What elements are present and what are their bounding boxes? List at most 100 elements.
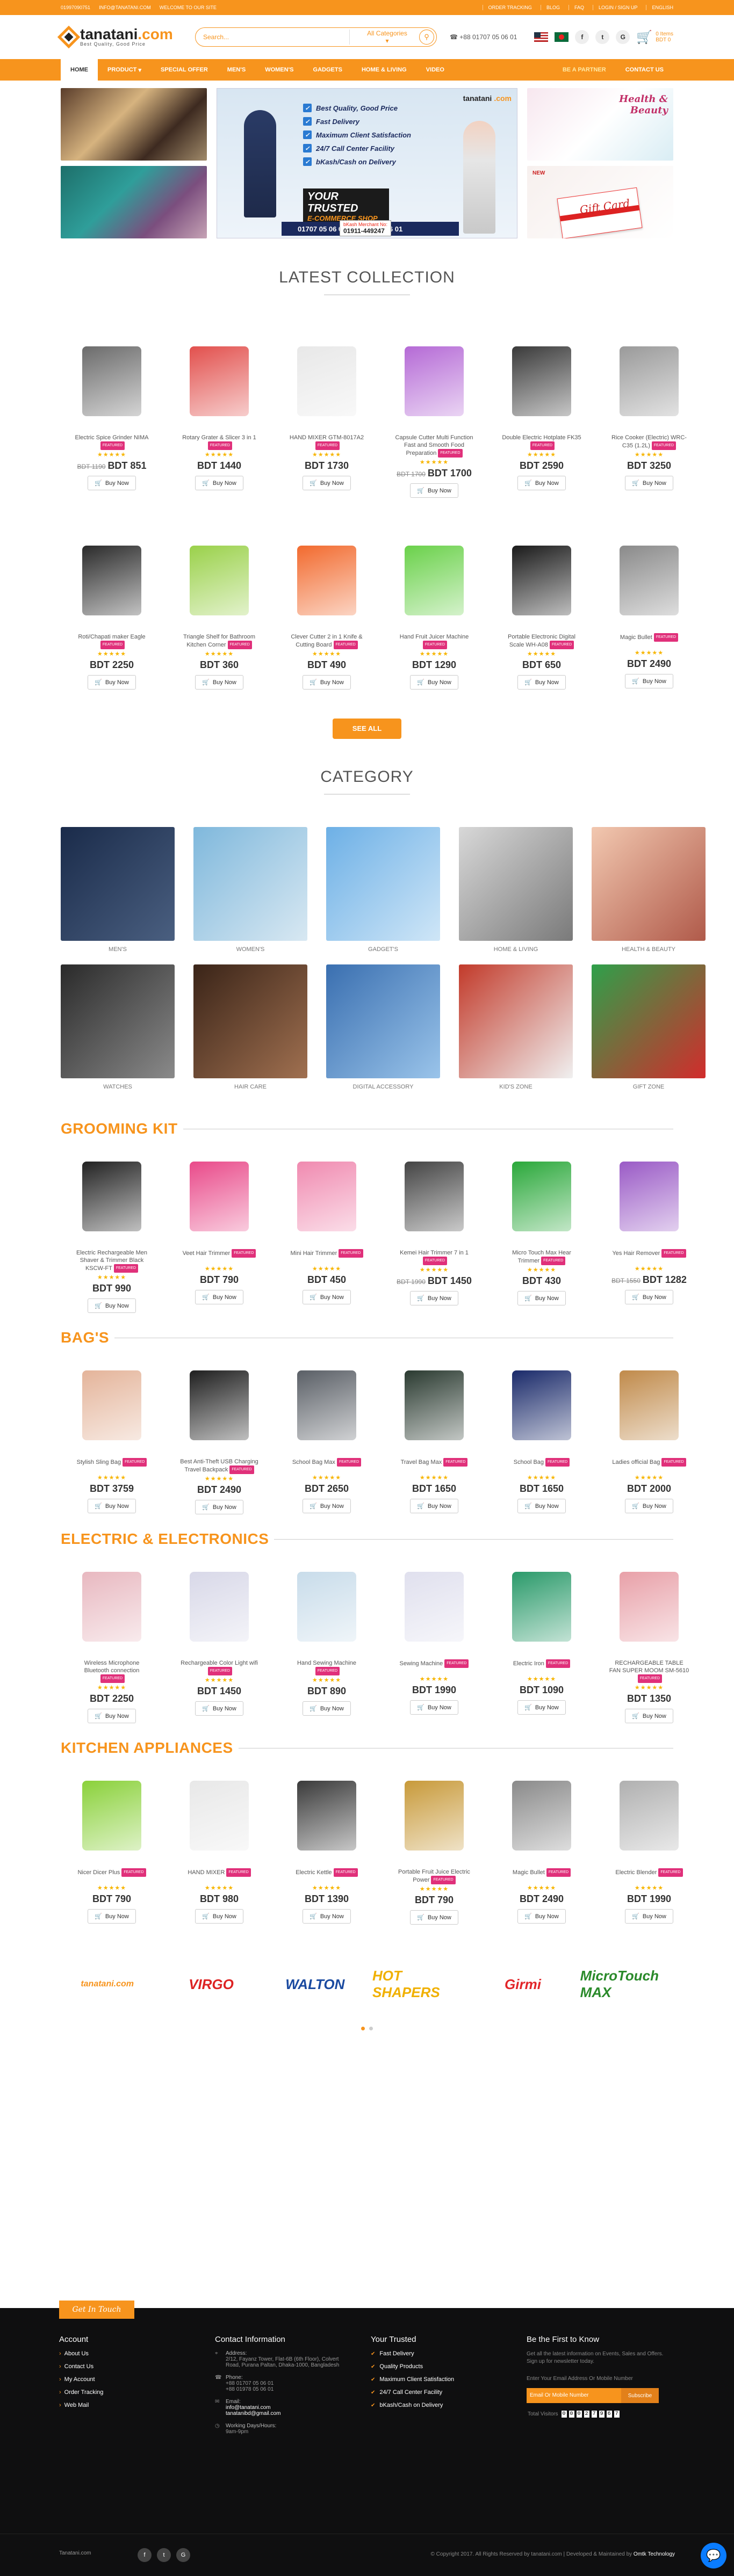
product-card[interactable]: Double Electric Hotplate FK35FEATURED ★★★… bbox=[491, 328, 593, 498]
category-image[interactable] bbox=[193, 827, 307, 941]
brand-logo[interactable]: VIRGO bbox=[164, 1955, 257, 2014]
product-name[interactable]: Magic Bullet FEATURED bbox=[513, 1868, 571, 1883]
category-name[interactable]: GIFT ZONE bbox=[633, 1084, 664, 1090]
buy-now-button[interactable]: 🛒 Buy Now bbox=[303, 1909, 351, 1924]
site-logo[interactable]: tanatani.com Best Quality, Good Price bbox=[57, 25, 184, 49]
language-select[interactable]: ENGLISH bbox=[646, 5, 673, 10]
category-image[interactable] bbox=[592, 964, 706, 1078]
category-card[interactable]: WATCHES bbox=[61, 964, 175, 1090]
product-image[interactable] bbox=[174, 1148, 265, 1245]
product-name[interactable]: Rechargeable Color Light wifiFEATURED bbox=[179, 1659, 260, 1675]
product-name[interactable]: Ladies official Bag FEATURED bbox=[612, 1458, 686, 1473]
newsletter-input[interactable]: Email Or Mobile Number bbox=[527, 2388, 621, 2403]
gift-card-banner[interactable]: NEW Gift Card bbox=[527, 166, 673, 238]
buy-now-button[interactable]: 🛒 Buy Now bbox=[517, 675, 566, 690]
brand-logo[interactable]: tanatani.com bbox=[61, 1955, 154, 2014]
product-image[interactable] bbox=[388, 1357, 480, 1454]
product-image[interactable] bbox=[388, 333, 480, 430]
nav-womens[interactable]: WOMEN'S bbox=[255, 59, 303, 81]
buy-now-button[interactable]: 🛒 Buy Now bbox=[625, 674, 673, 688]
product-image[interactable] bbox=[496, 1558, 587, 1655]
product-image[interactable] bbox=[174, 532, 265, 629]
product-name[interactable]: Triangle Shelf for Bathroom Kitchen Corn… bbox=[179, 633, 260, 649]
category-image[interactable] bbox=[61, 964, 175, 1078]
category-card[interactable]: HEALTH & BEAUTY bbox=[592, 827, 706, 953]
topbar-link-order-tracking[interactable]: ORDER TRACKING bbox=[482, 5, 532, 10]
buy-now-button[interactable]: 🛒 Buy Now bbox=[195, 1909, 243, 1924]
product-card[interactable]: Nicer Dicer Plus FEATURED ★★★★★ BDT 790 🛒 Buy… bbox=[61, 1762, 163, 1925]
product-name[interactable]: Yes Hair Remover FEATURED bbox=[612, 1249, 686, 1264]
product-card[interactable]: Rechargeable Color Light wifiFEATURED ★★★… bbox=[168, 1553, 270, 1723]
buy-now-button[interactable]: 🛒 Buy Now bbox=[88, 1909, 136, 1924]
bd-flag-icon[interactable] bbox=[555, 32, 569, 42]
product-name[interactable]: Hand Sewing MachineFEATURED bbox=[286, 1659, 367, 1675]
product-name[interactable]: Best Anti-Theft USB Charging Travel Back… bbox=[179, 1458, 260, 1474]
product-image[interactable] bbox=[388, 1558, 480, 1655]
facebook-icon[interactable]: f bbox=[138, 2548, 152, 2562]
brand-logo[interactable]: Girmi bbox=[476, 1955, 569, 2014]
product-card[interactable]: Hand Sewing MachineFEATURED ★★★★★ BDT 890 🛒… bbox=[276, 1553, 378, 1723]
product-card[interactable]: Hand Fruit Juicer MachineFEATURED ★★★★★ BD… bbox=[383, 527, 485, 690]
product-name[interactable]: Micro Touch Max Hear Trimmer FEATURED bbox=[501, 1249, 582, 1265]
messenger-chat-button[interactable]: 💬 bbox=[701, 2543, 726, 2568]
product-image[interactable] bbox=[66, 1357, 157, 1454]
footer-link-contact[interactable]: Contact Us bbox=[59, 2363, 215, 2370]
category-image[interactable] bbox=[326, 827, 440, 941]
product-name[interactable]: Electric Rechargeable Men Shaver & Trimm… bbox=[71, 1249, 152, 1273]
product-name[interactable]: Rice Cooker (Electric) WRC-C35 (1.2L) FEA… bbox=[609, 434, 689, 450]
product-card[interactable]: School Bag FEATURED ★★★★★ BDT 1650 🛒 Buy Now bbox=[491, 1352, 593, 1514]
category-name[interactable]: WOMEN'S bbox=[236, 946, 265, 953]
mens-fashion-banner[interactable] bbox=[61, 88, 207, 161]
product-image[interactable] bbox=[281, 1357, 372, 1454]
topbar-link-login[interactable]: LOGIN / SIGN UP bbox=[592, 5, 637, 10]
product-card[interactable]: Rotary Grater & Slicer 3 in 1FEATURED ★★★… bbox=[168, 328, 270, 498]
product-card[interactable]: Wireless Microphone Bluetooth connection… bbox=[61, 1553, 163, 1723]
product-name[interactable]: Hand Fruit Juicer MachineFEATURED bbox=[394, 633, 474, 649]
subscribe-button[interactable]: Subscribe bbox=[621, 2388, 659, 2403]
buy-now-button[interactable]: 🛒 Buy Now bbox=[88, 1499, 136, 1513]
category-card[interactable]: GADGET'S bbox=[326, 827, 440, 953]
phone-1[interactable]: +88 01707 05 06 01 bbox=[226, 2381, 274, 2386]
product-name[interactable]: Magic Bullet FEATURED bbox=[620, 633, 679, 648]
product-image[interactable] bbox=[281, 333, 372, 430]
product-card[interactable]: Roti/Chapati maker EagleFEATURED ★★★★★ BDT… bbox=[61, 527, 163, 690]
product-name[interactable]: Stylish Sling Bag FEATURED bbox=[77, 1458, 147, 1473]
product-name[interactable]: School Bag Max FEATURED bbox=[292, 1458, 362, 1473]
product-image[interactable] bbox=[281, 1148, 372, 1245]
product-name[interactable]: Electric Spice Grinder NIMAFEATURED bbox=[71, 434, 152, 450]
product-image[interactable] bbox=[174, 1558, 265, 1655]
category-name[interactable]: HAIR CARE bbox=[234, 1084, 267, 1090]
facebook-icon[interactable]: f bbox=[575, 30, 589, 44]
product-name[interactable]: Portable Electronic Digital Scale WH-A08… bbox=[501, 633, 582, 649]
main-banner[interactable]: tanatani .com ✓ Best Quality, Good Price ✓… bbox=[217, 88, 517, 238]
product-card[interactable]: Electric Blender FEATURED ★★★★★ BDT 1990 🛒 Bu… bbox=[598, 1762, 700, 1925]
product-card[interactable]: Stylish Sling Bag FEATURED ★★★★★ BDT 3759 🛒 B… bbox=[61, 1352, 163, 1514]
product-name[interactable]: Rotary Grater & Slicer 3 in 1FEATURED bbox=[179, 434, 260, 450]
category-name[interactable]: MEN'S bbox=[109, 946, 127, 953]
brand-logo[interactable]: WALTON bbox=[269, 1955, 362, 2014]
category-image[interactable] bbox=[592, 827, 706, 941]
product-image[interactable] bbox=[66, 333, 157, 430]
product-card[interactable]: Ladies official Bag FEATURED ★★★★★ BDT 2000… bbox=[598, 1352, 700, 1514]
product-name[interactable]: Nicer Dicer Plus FEATURED bbox=[77, 1868, 146, 1883]
product-name[interactable]: Capsule Cutter Multi Function Fast and S… bbox=[394, 434, 474, 458]
buy-now-button[interactable]: 🛒 Buy Now bbox=[195, 1701, 243, 1716]
product-image[interactable] bbox=[388, 532, 480, 629]
product-card[interactable]: Electric Kettle FEATURED ★★★★★ BDT 1390 🛒 Buy… bbox=[276, 1762, 378, 1925]
buy-now-button[interactable]: 🛒 Buy Now bbox=[410, 1910, 458, 1925]
buy-now-button[interactable]: 🛒 Buy Now bbox=[410, 675, 458, 690]
product-image[interactable] bbox=[174, 333, 265, 430]
category-select[interactable]: All Categories ▾ bbox=[349, 30, 419, 45]
search-button[interactable]: ⚲ bbox=[419, 30, 434, 45]
topbar-link-blog[interactable]: BLOG bbox=[540, 5, 560, 10]
buy-now-button[interactable]: 🛒 Buy Now bbox=[517, 1291, 566, 1305]
buy-now-button[interactable]: 🛒 Buy Now bbox=[625, 1499, 673, 1513]
carousel-dot[interactable] bbox=[369, 2027, 373, 2030]
category-card[interactable]: MEN'S bbox=[61, 827, 175, 953]
footer-link-about[interactable]: About Us bbox=[59, 2350, 215, 2357]
nav-contact-us[interactable]: CONTACT US bbox=[616, 59, 673, 81]
topbar-phone[interactable]: 01997090751 bbox=[61, 5, 90, 10]
carousel-dot[interactable] bbox=[361, 2027, 365, 2030]
product-name[interactable]: Wireless Microphone Bluetooth connection… bbox=[71, 1659, 152, 1683]
twitter-icon[interactable]: t bbox=[595, 30, 610, 44]
